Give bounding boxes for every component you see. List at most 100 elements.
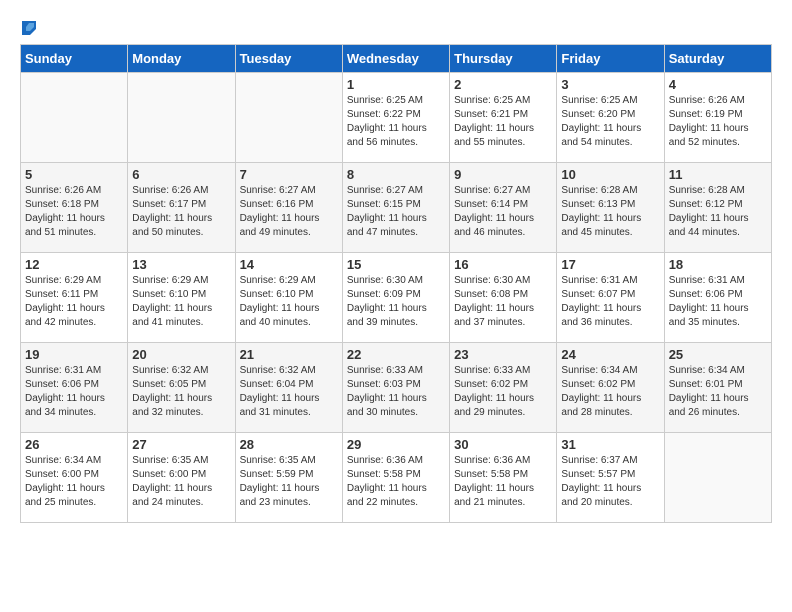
calendar-cell	[128, 73, 235, 163]
day-info: Sunrise: 6:25 AM Sunset: 6:20 PM Dayligh…	[561, 94, 659, 150]
day-info: Sunrise: 6:33 AM Sunset: 6:03 PM Dayligh…	[347, 364, 445, 420]
day-info: Sunrise: 6:27 AM Sunset: 6:14 PM Dayligh…	[454, 184, 552, 240]
day-info: Sunrise: 6:27 AM Sunset: 6:15 PM Dayligh…	[347, 184, 445, 240]
day-info: Sunrise: 6:35 AM Sunset: 6:00 PM Dayligh…	[132, 454, 230, 510]
calendar-cell: 26 Sunrise: 6:34 AM Sunset: 6:00 PM Dayli…	[21, 433, 128, 523]
day-number: 20	[132, 347, 230, 362]
day-info: Sunrise: 6:26 AM Sunset: 6:19 PM Dayligh…	[669, 94, 767, 150]
day-number: 5	[25, 167, 123, 182]
calendar-cell: 9 Sunrise: 6:27 AM Sunset: 6:14 PM Daylig…	[450, 163, 557, 253]
day-info: Sunrise: 6:25 AM Sunset: 6:21 PM Dayligh…	[454, 94, 552, 150]
calendar-cell: 19Sunrise: 6:31 AM Sunset: 6:06 PM Dayli…	[21, 343, 128, 433]
day-number: 10	[561, 167, 659, 182]
day-number: 8	[347, 167, 445, 182]
calendar-cell: 11 Sunrise: 6:28 AM Sunset: 6:12 PM Dayli…	[664, 163, 771, 253]
day-info: Sunrise: 6:32 AM Sunset: 6:04 PM Dayligh…	[240, 364, 338, 420]
day-number: 26	[25, 437, 123, 452]
day-number: 9	[454, 167, 552, 182]
calendar-cell: 6Sunrise: 6:26 AM Sunset: 6:17 PM Daylig…	[128, 163, 235, 253]
day-number: 16	[454, 257, 552, 272]
calendar-cell: 30 Sunrise: 6:36 AM Sunset: 5:58 PM Dayli…	[450, 433, 557, 523]
calendar-cell: 16Sunrise: 6:30 AM Sunset: 6:08 PM Dayli…	[450, 253, 557, 343]
day-info: Sunrise: 6:30 AM Sunset: 6:09 PM Dayligh…	[347, 274, 445, 330]
day-info: Sunrise: 6:29 AM Sunset: 6:10 PM Dayligh…	[240, 274, 338, 330]
calendar-cell: 17 Sunrise: 6:31 AM Sunset: 6:07 PM Dayli…	[557, 253, 664, 343]
day-info: Sunrise: 6:28 AM Sunset: 6:13 PM Dayligh…	[561, 184, 659, 240]
day-number: 15	[347, 257, 445, 272]
day-header-monday: Monday	[128, 45, 235, 73]
day-number: 31	[561, 437, 659, 452]
calendar-cell: 24 Sunrise: 6:34 AM Sunset: 6:02 PM Dayli…	[557, 343, 664, 433]
day-info: Sunrise: 6:34 AM Sunset: 6:00 PM Dayligh…	[25, 454, 123, 510]
day-number: 22	[347, 347, 445, 362]
logo	[20, 20, 36, 34]
day-number: 4	[669, 77, 767, 92]
logo-icon	[22, 21, 36, 35]
calendar-cell: 20 Sunrise: 6:32 AM Sunset: 6:05 PM Dayli…	[128, 343, 235, 433]
day-number: 6	[132, 167, 230, 182]
day-number: 7	[240, 167, 338, 182]
calendar-cell: 5 Sunrise: 6:26 AM Sunset: 6:18 PM Daylig…	[21, 163, 128, 253]
day-header-wednesday: Wednesday	[342, 45, 449, 73]
calendar-week-row: 1Sunrise: 6:25 AM Sunset: 6:22 PM Daylig…	[21, 73, 772, 163]
day-info: Sunrise: 6:28 AM Sunset: 6:12 PM Dayligh…	[669, 184, 767, 240]
calendar-week-row: 19Sunrise: 6:31 AM Sunset: 6:06 PM Dayli…	[21, 343, 772, 433]
day-number: 12	[25, 257, 123, 272]
calendar-cell	[21, 73, 128, 163]
day-number: 3	[561, 77, 659, 92]
day-number: 25	[669, 347, 767, 362]
day-number: 27	[132, 437, 230, 452]
calendar-cell: 29Sunrise: 6:36 AM Sunset: 5:58 PM Dayli…	[342, 433, 449, 523]
day-number: 17	[561, 257, 659, 272]
day-info: Sunrise: 6:29 AM Sunset: 6:11 PM Dayligh…	[25, 274, 123, 330]
day-info: Sunrise: 6:31 AM Sunset: 6:07 PM Dayligh…	[561, 274, 659, 330]
day-header-saturday: Saturday	[664, 45, 771, 73]
day-header-friday: Friday	[557, 45, 664, 73]
calendar-cell: 7 Sunrise: 6:27 AM Sunset: 6:16 PM Daylig…	[235, 163, 342, 253]
day-number: 29	[347, 437, 445, 452]
day-header-thursday: Thursday	[450, 45, 557, 73]
day-info: Sunrise: 6:32 AM Sunset: 6:05 PM Dayligh…	[132, 364, 230, 420]
day-number: 30	[454, 437, 552, 452]
day-info: Sunrise: 6:29 AM Sunset: 6:10 PM Dayligh…	[132, 274, 230, 330]
calendar-header-row: SundayMondayTuesdayWednesdayThursdayFrid…	[21, 45, 772, 73]
calendar-week-row: 5 Sunrise: 6:26 AM Sunset: 6:18 PM Daylig…	[21, 163, 772, 253]
day-info: Sunrise: 6:34 AM Sunset: 6:02 PM Dayligh…	[561, 364, 659, 420]
calendar: SundayMondayTuesdayWednesdayThursdayFrid…	[20, 44, 772, 523]
calendar-cell: 1Sunrise: 6:25 AM Sunset: 6:22 PM Daylig…	[342, 73, 449, 163]
calendar-cell: 12 Sunrise: 6:29 AM Sunset: 6:11 PM Dayli…	[21, 253, 128, 343]
day-number: 13	[132, 257, 230, 272]
header	[20, 20, 772, 34]
calendar-cell: 4 Sunrise: 6:26 AM Sunset: 6:19 PM Daylig…	[664, 73, 771, 163]
day-number: 18	[669, 257, 767, 272]
day-number: 28	[240, 437, 338, 452]
calendar-cell	[664, 433, 771, 523]
calendar-week-row: 26 Sunrise: 6:34 AM Sunset: 6:00 PM Dayli…	[21, 433, 772, 523]
calendar-cell: 8 Sunrise: 6:27 AM Sunset: 6:15 PM Daylig…	[342, 163, 449, 253]
calendar-cell: 10 Sunrise: 6:28 AM Sunset: 6:13 PM Dayli…	[557, 163, 664, 253]
day-info: Sunrise: 6:34 AM Sunset: 6:01 PM Dayligh…	[669, 364, 767, 420]
calendar-week-row: 12 Sunrise: 6:29 AM Sunset: 6:11 PM Dayli…	[21, 253, 772, 343]
calendar-cell: 25 Sunrise: 6:34 AM Sunset: 6:01 PM Dayli…	[664, 343, 771, 433]
calendar-cell: 3 Sunrise: 6:25 AM Sunset: 6:20 PM Daylig…	[557, 73, 664, 163]
day-number: 2	[454, 77, 552, 92]
day-number: 11	[669, 167, 767, 182]
day-info: Sunrise: 6:31 AM Sunset: 6:06 PM Dayligh…	[669, 274, 767, 330]
day-info: Sunrise: 6:33 AM Sunset: 6:02 PM Dayligh…	[454, 364, 552, 420]
day-info: Sunrise: 6:25 AM Sunset: 6:22 PM Dayligh…	[347, 94, 445, 150]
calendar-cell: 23Sunrise: 6:33 AM Sunset: 6:02 PM Dayli…	[450, 343, 557, 433]
day-info: Sunrise: 6:37 AM Sunset: 5:57 PM Dayligh…	[561, 454, 659, 510]
calendar-cell: 28Sunrise: 6:35 AM Sunset: 5:59 PM Dayli…	[235, 433, 342, 523]
calendar-cell: 13 Sunrise: 6:29 AM Sunset: 6:10 PM Dayli…	[128, 253, 235, 343]
day-info: Sunrise: 6:36 AM Sunset: 5:58 PM Dayligh…	[454, 454, 552, 510]
day-number: 19	[25, 347, 123, 362]
day-number: 24	[561, 347, 659, 362]
calendar-cell: 18 Sunrise: 6:31 AM Sunset: 6:06 PM Dayli…	[664, 253, 771, 343]
day-header-sunday: Sunday	[21, 45, 128, 73]
day-header-tuesday: Tuesday	[235, 45, 342, 73]
calendar-cell: 14Sunrise: 6:29 AM Sunset: 6:10 PM Dayli…	[235, 253, 342, 343]
day-info: Sunrise: 6:26 AM Sunset: 6:18 PM Dayligh…	[25, 184, 123, 240]
calendar-cell: 21Sunrise: 6:32 AM Sunset: 6:04 PM Dayli…	[235, 343, 342, 433]
day-info: Sunrise: 6:27 AM Sunset: 6:16 PM Dayligh…	[240, 184, 338, 240]
calendar-cell	[235, 73, 342, 163]
